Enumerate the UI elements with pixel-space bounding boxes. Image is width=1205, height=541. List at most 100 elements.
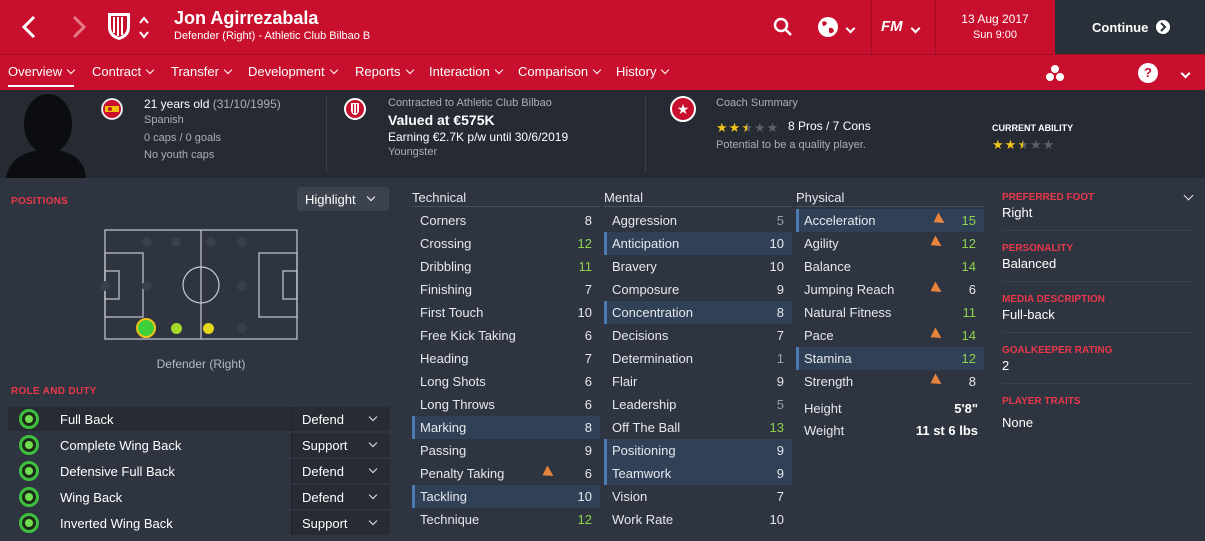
attribute-row[interactable]: Concentration 8	[604, 301, 792, 324]
player-nationality: Spanish	[144, 114, 184, 126]
attribute-row[interactable]: Long Shots 6	[412, 370, 600, 393]
duty-value: Defend	[302, 464, 344, 479]
world-icon[interactable]	[817, 16, 839, 38]
attribute-value: 12	[577, 236, 592, 251]
duty-value: Defend	[302, 412, 344, 427]
tab-history[interactable]: History	[616, 64, 670, 79]
attribute-name: Crossing	[420, 236, 472, 251]
nationality-flag-icon	[101, 98, 123, 120]
attribute-row[interactable]: Jumping Reach 6	[796, 278, 984, 301]
duty-dropdown[interactable]: Support	[291, 433, 390, 457]
position-dot	[171, 237, 181, 247]
back-button[interactable]	[18, 14, 42, 40]
positions-link-chevron-icon[interactable]: ›	[64, 196, 67, 207]
attribute-name: Passing	[420, 443, 467, 458]
back-arrow-icon	[21, 15, 36, 39]
attribute-row[interactable]: Composure 9	[604, 278, 792, 301]
attribute-value: 10	[577, 489, 592, 504]
player-subtitle: Defender (Right) - Athletic Club Bilbao …	[174, 30, 371, 42]
training-arrow-icon	[927, 281, 942, 297]
tab-comparison[interactable]: Comparison	[518, 64, 602, 79]
attribute-row[interactable]: Stamina 12	[796, 347, 984, 370]
player-switch-down-icon[interactable]	[139, 27, 149, 39]
tab-label: History	[616, 64, 657, 79]
right-panel-collapse-icon[interactable]	[1183, 190, 1194, 201]
top-bar: Jon Agirrezabala Defender (Right) - Athl…	[0, 0, 1205, 54]
world-menu-chevron-icon[interactable]	[845, 20, 856, 35]
attribute-row[interactable]: Determination 1	[604, 347, 792, 370]
attribute-row[interactable]: Free Kick Taking 6	[412, 324, 600, 347]
attribute-row[interactable]: Finishing 7	[412, 278, 600, 301]
star-icon: ★	[753, 120, 766, 135]
attribute-row[interactable]: Marking 8	[412, 416, 600, 439]
player-switch-up-icon[interactable]	[139, 12, 149, 24]
attribute-row[interactable]: Acceleration 15	[796, 209, 984, 232]
duty-dropdown[interactable]: Defend	[291, 485, 390, 509]
role-row[interactable]: Wing Back Defend	[8, 485, 390, 509]
tab-interaction[interactable]: Interaction	[429, 64, 503, 79]
fm-menu-chevron-icon[interactable]	[910, 20, 921, 35]
attribute-row[interactable]: Aggression 5	[604, 209, 792, 232]
attribute-row[interactable]: Penalty Taking 6	[412, 462, 600, 485]
more-chevron-icon[interactable]	[1180, 65, 1191, 80]
role-row[interactable]: Complete Wing Back Support	[8, 433, 390, 457]
divider	[604, 206, 792, 207]
tab-transfer[interactable]: Transfer	[171, 64, 233, 79]
social-icon[interactable]	[1046, 64, 1064, 82]
attribute-row[interactable]: Work Rate 10	[604, 508, 792, 531]
attribute-row[interactable]: Positioning 9	[604, 439, 792, 462]
attribute-name: Dribbling	[420, 259, 472, 274]
continue-arrow-icon	[1156, 20, 1170, 34]
attribute-row[interactable]: Technique 12	[412, 508, 600, 531]
attribute-row[interactable]: Long Throws 6	[412, 393, 600, 416]
attribute-row[interactable]: Natural Fitness 11	[796, 301, 984, 324]
attribute-row[interactable]: Strength 8	[796, 370, 984, 393]
attribute-row[interactable]: Dribbling 11	[412, 255, 600, 278]
attribute-row[interactable]: Leadership 5	[604, 393, 792, 416]
coach-pros-cons: 8 Pros / 7 Cons	[788, 119, 871, 133]
forward-button[interactable]	[66, 14, 90, 40]
duty-dropdown[interactable]: Defend	[291, 459, 390, 483]
attribute-row[interactable]: Off The Ball 13	[604, 416, 792, 439]
attribute-row[interactable]: Decisions 7	[604, 324, 792, 347]
attribute-row[interactable]: Corners 8	[412, 209, 600, 232]
duty-dropdown[interactable]: Support	[291, 511, 390, 535]
divider	[1002, 332, 1192, 333]
attribute-name: Work Rate	[612, 512, 674, 527]
positions-link[interactable]: POSITIONS	[11, 196, 68, 207]
tab-reports[interactable]: Reports	[355, 64, 414, 79]
tab-overview[interactable]: Overview	[8, 64, 76, 87]
role-row[interactable]: Defensive Full Back Defend	[8, 459, 390, 483]
duty-dropdown[interactable]: Defend	[291, 407, 390, 431]
attribute-row[interactable]: Pace 14	[796, 324, 984, 347]
attribute-value: 9	[776, 443, 784, 458]
attribute-row[interactable]: Passing 9	[412, 439, 600, 462]
role-duty-title: ROLE AND DUTY	[11, 386, 97, 397]
help-icon[interactable]: ?	[1138, 63, 1158, 83]
continue-button[interactable]: Continue	[1055, 0, 1205, 54]
tab-contract[interactable]: Contract	[92, 64, 155, 79]
attribute-row[interactable]: Crossing 12	[412, 232, 600, 255]
attribute-row[interactable]: First Touch 10	[412, 301, 600, 324]
tab-label: Overview	[8, 64, 63, 79]
highlight-dropdown[interactable]: Highlight	[297, 187, 389, 211]
fm-logo[interactable]: FM	[881, 18, 903, 35]
attribute-row[interactable]: Vision 7	[604, 485, 792, 508]
attribute-value: 8	[584, 420, 592, 435]
attribute-name: Agility	[804, 236, 839, 251]
role-row[interactable]: Inverted Wing Back Support	[8, 511, 390, 535]
search-icon[interactable]	[773, 17, 793, 37]
attribute-row[interactable]: Heading 7	[412, 347, 600, 370]
attribute-row[interactable]: Agility 12	[796, 232, 984, 255]
attribute-row[interactable]: Anticipation 10	[604, 232, 792, 255]
attribute-row[interactable]: Tackling 10	[412, 485, 600, 508]
attribute-row[interactable]: Bravery 10	[604, 255, 792, 278]
club-crest-icon[interactable]	[106, 11, 132, 41]
attribute-row[interactable]: Flair 9	[604, 370, 792, 393]
attribute-row[interactable]: Teamwork 9	[604, 462, 792, 485]
attribute-name: Off The Ball	[612, 420, 681, 435]
player-name: Jon Agirrezabala	[174, 8, 319, 28]
role-row[interactable]: Full Back Defend	[8, 407, 390, 431]
attribute-row[interactable]: Balance 14	[796, 255, 984, 278]
tab-development[interactable]: Development	[248, 64, 338, 79]
